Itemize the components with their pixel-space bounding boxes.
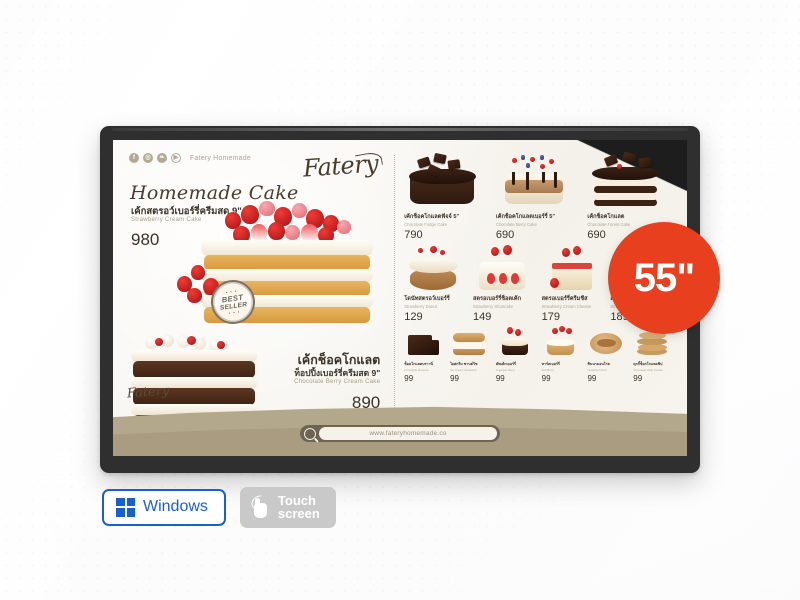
item-name: เค้กช็อคโกแลต [587,214,625,220]
item-name: เค้กช็อคโกแลตเบอร์รี่ 5" [495,214,555,220]
tart-berry-image [542,326,580,358]
menu-item-card[interactable]: เค้กช็อคโกแลตฟัจจ์ 5" Chocolate Fudge Ca… [404,152,496,241]
item-subtitle: Strawberry Shortcake [472,304,514,309]
menu-item-card[interactable]: ทาร์ตเบอร์รี่ Tart Berry 99 [542,326,588,383]
item-price: 99 [587,374,597,383]
item-subtitle: Chocolate Fudge Cake [404,222,448,227]
search-icon [304,427,316,440]
menu-item-card[interactable]: สตรอเบอร์รี่ช็อตเค้ก Strawberry Shortcak… [473,244,542,323]
cupcake-berry-image [496,326,534,358]
featured-item-1-subtitle: Strawberry Cream Cake [131,217,202,223]
item-subtitle: Cinnamon Roll [587,368,607,372]
menu-item-card[interactable]: ช็อคโกแลตบราวนี่ Chocolate Brownie 99 [404,326,450,383]
item-price: 179 [541,311,560,323]
screen-size-badge: 55" [608,222,720,334]
touchscreen-badge: Touch screen [239,487,336,528]
strawberry-cream-cheese-image [542,244,600,292]
menu-item-card[interactable]: คุกกี้ช็อกโกแลตชิป Chocolate Chip Cookie… [633,326,679,383]
twitter-icon[interactable]: ❧ [157,153,167,163]
menu-item-card[interactable]: เค้กช็อคโกแลตเบอร์รี่ 5" Chocolate Berry… [496,152,588,241]
item-name: สตรอเบอร์รี่ช็อตเค้ก [472,296,522,302]
chocolate-brownie-image [404,326,442,358]
chocolate-fudge-cake-image [404,152,480,210]
item-price: 99 [541,374,551,383]
item-name: สตรอเบอร์รี่ครีมชีส [541,296,588,302]
windows-logo-icon [116,497,135,517]
item-subtitle: Chocolate Brownie [404,368,429,372]
chocolate-forest-cake-image [587,151,663,210]
menu-item-card[interactable]: ซินนามอนโรล Cinnamon Roll 99 [587,326,633,383]
menu-item-card[interactable]: สตรอเบอร์รี่ครีมชีส Strawberry Cream Che… [542,244,611,323]
featured-item-2-subtitle: Chocolate Berry Cream Cake [294,379,381,385]
featured-item-2-title-line2: ท็อปปิ้งเบอร์รี่ครีมสด 9" [294,368,381,378]
strawberry-shortcake-image [473,244,531,292]
item-name: โดนัทสตรอว์เบอร์รี่ [404,296,450,302]
item-price: 129 [404,311,423,323]
item-name: คุกกี้ช็อกโกแลตชิป [633,362,663,366]
item-name: ไอศกรีม ซานด์วิช [450,362,478,366]
menu-item-card[interactable]: คัพเค้กเบอร์รี่ Cupcake Berry 99 [496,326,542,383]
monitor-top-highlight [112,128,688,131]
windows-badge-label: Windows [143,498,208,516]
item-subtitle: Cupcake Berry [495,368,515,372]
cinnamon-roll-image [587,326,625,358]
footer-brand-logo: Fatery [126,383,170,402]
item-name: ช็อคโกแลตบราวนี่ [404,362,433,366]
touch-hand-icon [248,492,271,519]
youtube-icon[interactable]: ▶ [171,153,181,163]
item-subtitle: Chocolate Berry Cake [495,222,537,227]
touchscreen-badge-label: Touch screen [278,494,320,521]
item-subtitle: Strawberry Cream Cheese [541,304,592,309]
item-price: 99 [404,374,414,383]
item-name: ทาร์ตเบอร์รี่ [541,362,560,366]
item-subtitle: Strawberry Donut [404,304,437,309]
menu-grid-row-3: ช็อคโกแลตบราวนี่ Chocolate Brownie 99 ไอ… [404,326,679,383]
touch-label-line2: screen [277,506,320,522]
item-name: เค้กช็อคโกแลตฟัจจ์ 5" [404,214,460,220]
website-url-bar[interactable]: www.fateryhomemade.co [300,425,500,442]
facebook-icon[interactable]: f [129,153,139,163]
social-handle-label: Fatery Homemade [190,154,251,162]
item-price: 99 [495,374,505,383]
item-name: คัพเค้กเบอร์รี่ [495,362,516,366]
item-subtitle: Chocolate Chip Cookie [633,368,663,372]
ice-cream-sandwich-image [450,326,488,358]
chocolate-berry-cake-image [496,152,572,210]
display-monitor: f ◎ ❧ ▶ Fatery Homemade Fatery Homemade … [100,126,700,473]
social-links-row[interactable]: f ◎ ❧ ▶ Fatery Homemade [129,153,251,163]
item-subtitle: Ice Cream Sandwich [450,368,477,372]
stamp-dots-bottom: • • • [228,309,241,316]
item-price: 149 [472,311,492,323]
item-price: 99 [450,374,459,383]
menu-item-card[interactable]: ไอศกรีม ซานด์วิช Ice Cream Sandwich 99 [450,326,496,383]
monitor-screen[interactable]: f ◎ ❧ ▶ Fatery Homemade Fatery Homemade … [113,140,687,456]
featured-item-1-price: 980 [131,230,160,249]
strawberry-donut-image [404,244,462,292]
windows-badge: Windows [102,488,226,526]
instagram-icon[interactable]: ◎ [143,153,153,163]
item-price: 99 [633,374,643,383]
feature-badges: Windows Touch screen [102,487,336,528]
website-url-text: www.fateryhomemade.co [319,427,497,440]
item-subtitle: Tart Berry [541,368,555,372]
item-price: 790 [404,229,423,241]
item-price: 690 [495,229,515,241]
menu-item-card[interactable]: โดนัทสตรอว์เบอร์รี่ Strawberry Donut 129 [404,244,473,323]
brand-logo-swirl [355,150,384,170]
item-name: ซินนามอนโรล [587,362,610,366]
berry-topping [219,198,359,246]
